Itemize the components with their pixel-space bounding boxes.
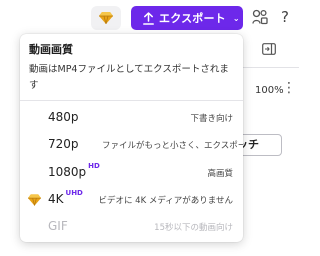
option-label: 480p [48,110,79,124]
quality-option-gif: GIF 15秒以下の動画向け [20,216,243,240]
chevron-down-icon: ⌄ [232,13,240,23]
panel-collapse-icon[interactable] [262,43,276,55]
export-button[interactable]: エクスポート ⌄ [131,6,243,30]
premium-button[interactable] [91,6,121,30]
uhd-badge: UHD [65,189,83,197]
diamond-icon [28,194,41,206]
quality-option-720p[interactable]: 720p ファイルがもっと小さく、エクスポートが [20,134,243,158]
help-icon[interactable]: ? [281,8,289,26]
share-icon[interactable] [252,9,268,25]
zoom-value: 100% [255,85,284,96]
option-label: 720p [48,137,79,151]
diamond-icon [99,12,113,24]
menu-title: 動画画質 [29,43,73,56]
quality-option-480p[interactable]: 480p 下書き向け [20,107,243,131]
hd-badge: HD [88,162,100,170]
option-label: GIF [48,219,68,233]
menu-divider [20,100,243,101]
option-label: 4K [48,192,64,206]
panel-divider [236,67,299,68]
option-note: 下書き向け [190,114,233,124]
quality-option-4k[interactable]: 4K UHD ビデオに 4K メディアがありません [20,189,243,213]
export-button-label: エクスポート [159,12,226,25]
option-note: 15秒以下の動画向け [154,223,233,233]
option-note: ビデオに 4K メディアがありません [98,196,233,206]
more-options-icon[interactable]: ⋮ [282,80,296,96]
option-note: 高画質 [207,169,233,179]
option-label-group: 4K UHD [48,189,83,206]
option-label: 1080p [48,165,87,179]
option-label-group: 1080p HD [48,162,100,179]
menu-description: 動画はMP4ファイルとしてエクスポートされます [29,64,229,91]
option-note: ファイルがもっと小さく、エクスポートが [102,141,243,151]
export-quality-menu: 動画画質 動画はMP4ファイルとしてエクスポートされます 480p 下書き向け … [20,34,243,242]
upload-icon [143,11,154,25]
quality-option-1080p[interactable]: 1080p HD 高画質 [20,162,243,186]
